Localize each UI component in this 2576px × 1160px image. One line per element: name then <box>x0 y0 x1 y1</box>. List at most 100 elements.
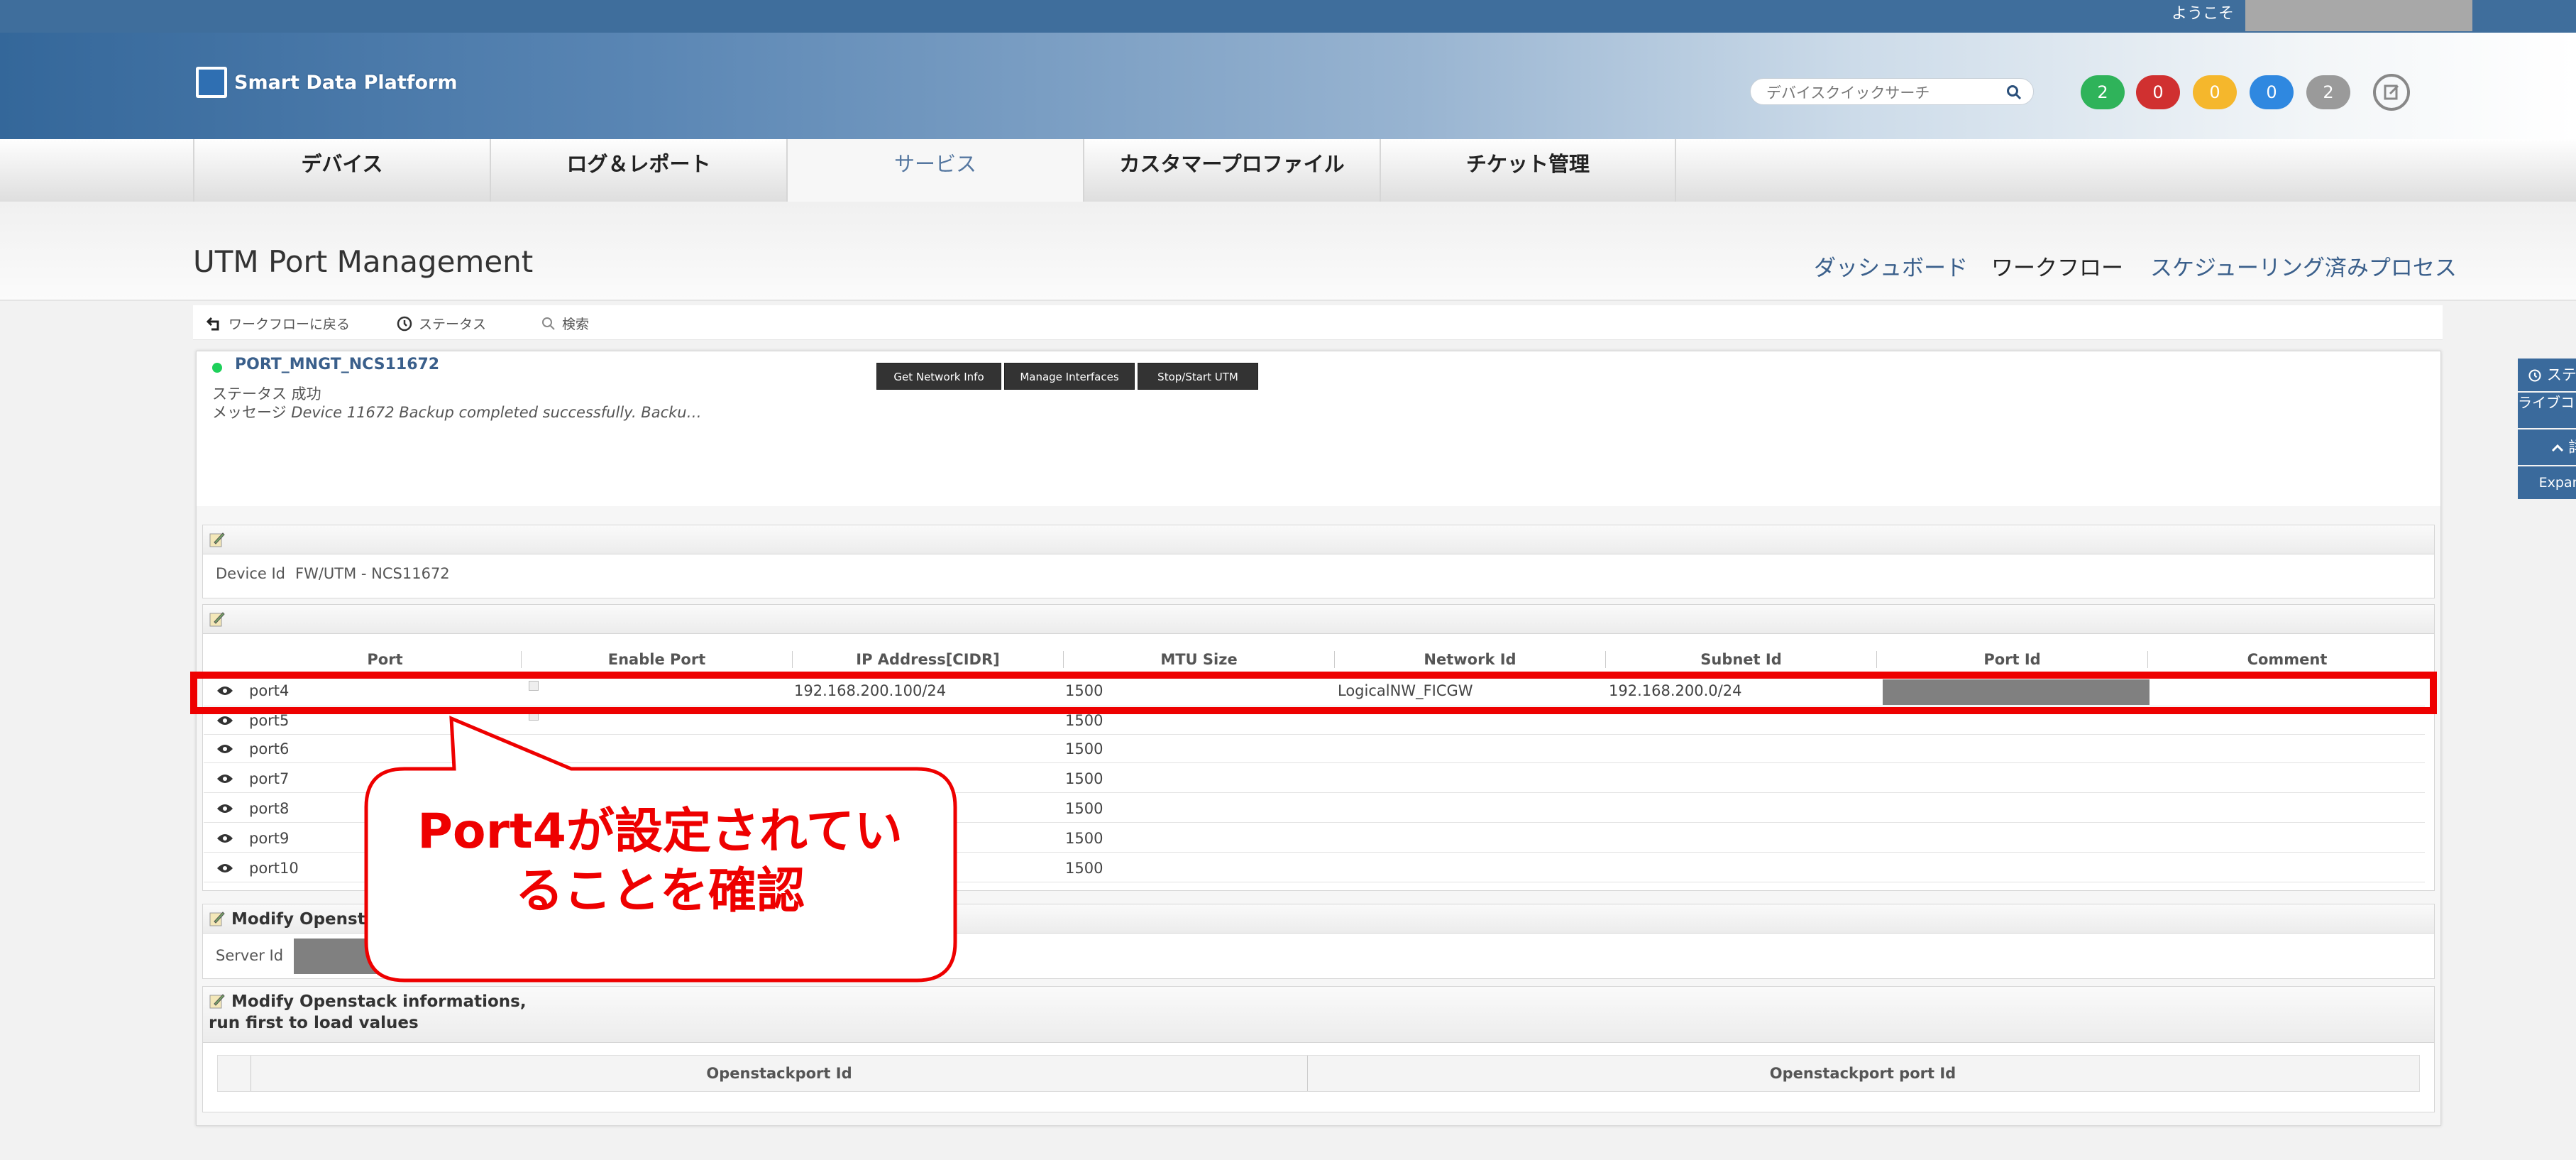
eye-icon[interactable] <box>216 833 233 844</box>
device-quick-search[interactable] <box>1750 78 2034 105</box>
device-section-header <box>203 525 2434 554</box>
nav-customer-profile[interactable]: カスタマープロファイル <box>1083 139 1380 202</box>
mtu-size: 1500 <box>1065 712 1103 729</box>
mtu-size: 1500 <box>1065 830 1103 847</box>
settings-edit-icon[interactable] <box>2373 74 2410 111</box>
callout-line-1: Port4が設定されてい <box>417 804 903 860</box>
eye-icon[interactable] <box>216 773 233 784</box>
col-ip-address[interactable]: IP Address[CIDR] <box>793 651 1064 668</box>
port-name: port10 <box>249 860 299 877</box>
status-label: ステータス <box>419 317 487 332</box>
eye-icon[interactable] <box>216 715 233 726</box>
eye-icon[interactable] <box>216 743 233 755</box>
mtu-size: 1500 <box>1065 860 1103 877</box>
nav-devices[interactable]: デバイス <box>193 139 490 202</box>
alert-badge-blue[interactable]: 0 <box>2250 75 2294 109</box>
table-row[interactable]: port7 1500 <box>204 765 2425 793</box>
nav-logs-reports[interactable]: ログ＆レポート <box>490 139 786 202</box>
device-section: Device Id FW/UTM - NCS11672 <box>202 525 2435 598</box>
app-header: Smart Data Platform <box>0 33 2576 139</box>
back-arrow-icon <box>206 317 219 330</box>
edit-icon[interactable] <box>209 611 226 628</box>
link-workflow[interactable]: ワークフロー <box>1991 250 2123 282</box>
side-status-button[interactable]: ステータス <box>2518 359 2576 391</box>
alert-badge-yellow[interactable]: 0 <box>2193 75 2237 109</box>
status-dot-icon <box>212 363 222 373</box>
alert-badge-green[interactable]: 2 <box>2081 75 2125 109</box>
history-icon <box>2528 369 2541 382</box>
workflow-header: PORT_MNGT_NCS11672 ステータス 成功 メッセージ Device… <box>197 351 2576 506</box>
device-id-label: Device Id <box>216 565 286 582</box>
user-name-redacted <box>2245 0 2472 31</box>
side-status-label: ステータス <box>2546 366 2576 383</box>
callout-text: Port4が設定されてい ることを確認 <box>376 802 944 921</box>
expand-all-button[interactable]: Expand All <box>2518 466 2576 499</box>
port-name: port5 <box>249 712 290 729</box>
nav-ticket-management[interactable]: チケット管理 <box>1380 139 1676 202</box>
col-enable-port[interactable]: Enable Port <box>522 651 793 668</box>
manage-interfaces-button[interactable]: Manage Interfaces <box>1004 363 1135 390</box>
welcome-text: ようこそ <box>2172 5 2235 23</box>
eye-icon[interactable] <box>216 803 233 814</box>
port-name: port6 <box>249 740 290 757</box>
stop-start-utm-button[interactable]: Stop/Start UTM <box>1138 363 1258 390</box>
logo-square-icon <box>196 67 227 98</box>
col-openstackport-id[interactable]: Openstackport Id <box>251 1056 1308 1091</box>
port-name: port9 <box>249 830 290 847</box>
modify-section-2-header: Modify Openstack informations, run first… <box>203 987 2434 1043</box>
col-comment[interactable]: Comment <box>2148 651 2426 668</box>
server-id-label: Server Id <box>216 947 284 964</box>
col-mtu-size[interactable]: MTU Size <box>1064 651 1335 668</box>
workflow-toolbar: ワークフローに戻る ステータス 検索 <box>193 305 2443 340</box>
modify-section-2-title: Modify Openstack informations, <box>231 992 527 1011</box>
get-network-info-button[interactable]: Get Network Info <box>876 363 1001 390</box>
edit-icon[interactable] <box>209 992 226 1009</box>
toolbar-search-button[interactable]: 検索 <box>541 314 589 333</box>
workflow-name[interactable]: PORT_MNGT_NCS11672 <box>235 356 439 373</box>
mtu-size: 1500 <box>1065 770 1103 787</box>
modify-section-2-subtitle: run first to load values <box>209 1014 419 1032</box>
server-id-redacted <box>294 939 649 974</box>
details-label: 詳細 <box>2568 439 2576 456</box>
device-id-value: FW/UTM - NCS11672 <box>295 565 450 582</box>
col-port-id[interactable]: Port Id <box>1877 651 2148 668</box>
magnifier-icon <box>542 317 555 330</box>
openstack-table-header: Openstackport Id Openstackport port Id <box>217 1055 2420 1092</box>
brand-name: Smart Data Platform <box>234 71 458 94</box>
mtu-size: 1500 <box>1065 800 1103 817</box>
main-nav: デバイス ログ＆レポート サービス カスタマープロファイル チケット管理 <box>0 139 2576 204</box>
port-section-header <box>203 605 2434 634</box>
alert-badge-red[interactable]: 0 <box>2136 75 2180 109</box>
alert-badge-gray[interactable]: 2 <box>2306 75 2350 109</box>
edit-icon[interactable] <box>209 910 226 927</box>
page-title-bar: UTM Port Management ダッシュボード ワークフロー スケジュー… <box>0 202 2576 301</box>
col-port[interactable]: Port <box>249 651 522 668</box>
col-subnet-id[interactable]: Subnet Id <box>1606 651 1877 668</box>
live-console-button[interactable]: ライブコンソール <box>2518 393 2576 428</box>
eye-icon[interactable] <box>216 863 233 874</box>
modify-section-1-title: Modify Openstac <box>231 910 386 929</box>
details-button[interactable]: 詳細 <box>2518 429 2576 465</box>
message-label: メッセージ <box>212 404 287 421</box>
workflow-panel: PORT_MNGT_NCS11672 ステータス 成功 メッセージ Device… <box>196 351 2576 1126</box>
toolbar-status-button[interactable]: ステータス <box>396 314 486 333</box>
link-dashboard[interactable]: ダッシュボード <box>1814 250 1968 282</box>
edit-icon[interactable] <box>209 531 226 548</box>
link-scheduled-processes[interactable]: スケジューリング済みプロセス <box>2150 250 2457 282</box>
search-icon[interactable] <box>2006 84 2022 100</box>
nav-services[interactable]: サービス <box>786 139 1083 204</box>
search-input[interactable] <box>1765 83 1995 103</box>
col-network-id[interactable]: Network Id <box>1335 651 1606 668</box>
callout-line-2: ることを確認 <box>514 863 805 919</box>
brand-logo[interactable]: Smart Data Platform <box>196 67 458 98</box>
page-title: UTM Port Management <box>193 244 534 279</box>
back-to-workflow-button[interactable]: ワークフローに戻る <box>206 314 350 333</box>
modify-openstack-section-2: Modify Openstack informations, run first… <box>202 986 2435 1112</box>
message-text: Device 11672 Backup completed successful… <box>291 404 702 421</box>
workflow-message: メッセージ Device 11672 Backup completed succ… <box>212 401 702 422</box>
col-openstackport-port-id[interactable]: Openstackport port Id <box>1306 1056 2419 1091</box>
table-row[interactable]: port6 1500 <box>204 735 2425 763</box>
history-icon <box>397 316 412 331</box>
port4-highlight-box <box>190 672 2437 714</box>
mtu-size: 1500 <box>1065 740 1103 757</box>
